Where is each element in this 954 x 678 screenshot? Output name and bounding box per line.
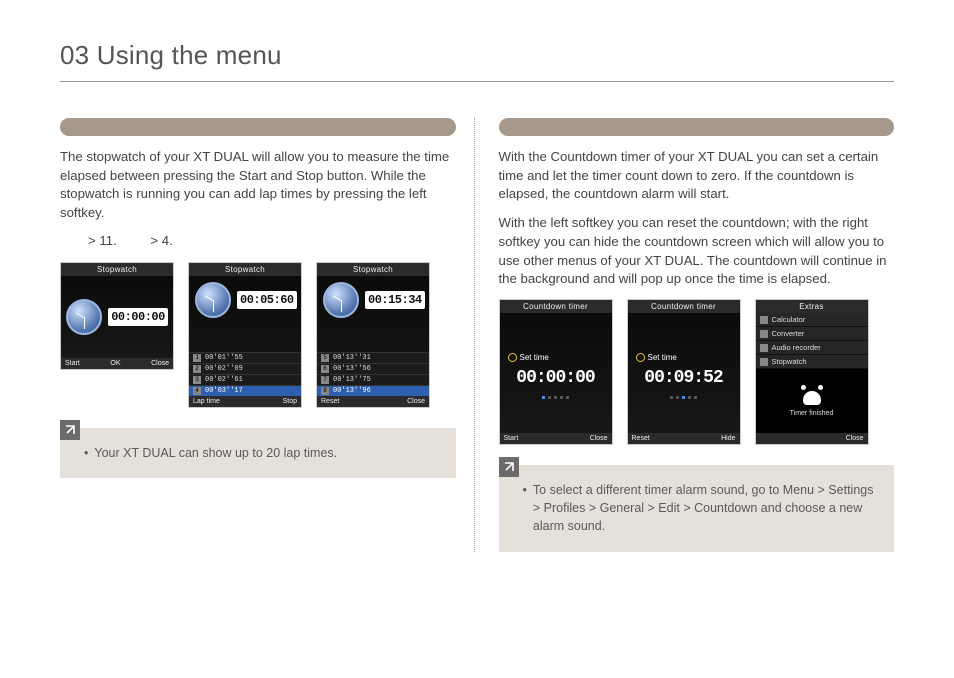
lap-time: 00'13''96 bbox=[333, 387, 371, 395]
softkey-left: Reset bbox=[321, 398, 339, 405]
lap-time: 00'02''09 bbox=[205, 365, 243, 373]
audio-recorder-icon bbox=[760, 344, 768, 352]
phone-title: Countdown timer bbox=[500, 300, 612, 313]
stopwatch-screens: Stopwatch 00:00:00 Start OK Close Stopwa… bbox=[60, 262, 456, 408]
lap-idx: 6 bbox=[321, 365, 329, 373]
tip-stopwatch: •Your XT DUAL can show up to 20 lap time… bbox=[60, 428, 456, 478]
page-dots bbox=[670, 396, 697, 399]
phone-title: Stopwatch bbox=[61, 263, 173, 276]
clock-icon bbox=[323, 282, 359, 318]
tip-arrow-icon bbox=[499, 457, 519, 477]
softkey-left: Start bbox=[65, 360, 80, 367]
softkey-center: OK bbox=[110, 360, 120, 367]
phone-stopwatch-idle: Stopwatch 00:00:00 Start OK Close bbox=[60, 262, 174, 370]
lap-idx: 8 bbox=[321, 387, 329, 395]
phone-extras-timer-finished: Extras Calculator Converter Audio record… bbox=[755, 299, 869, 445]
lap-list: 5 00'13''31 6 00'13''56 7 00'13''75 8 00'13'… bbox=[317, 352, 429, 396]
phone-stopwatch-running: Stopwatch 00:05:60 1 00'01''55 2 00'02''09… bbox=[188, 262, 302, 408]
softkey-right: Close bbox=[590, 435, 608, 442]
alarm-clock-icon bbox=[801, 385, 823, 407]
page-title: 03 Using the menu bbox=[60, 40, 894, 82]
lap-list: 1 00'01''55 2 00'02''09 3 00'02''61 4 00'03'… bbox=[189, 352, 301, 396]
countdown-time: 00:09:52 bbox=[644, 368, 722, 388]
lap-time: 00'02''61 bbox=[205, 376, 243, 384]
stopwatch-icon bbox=[760, 358, 768, 366]
path-gt: > bbox=[88, 233, 96, 248]
path-gt: > bbox=[150, 233, 158, 248]
softkey-right: Close bbox=[846, 435, 864, 442]
lap-time: 00'13''75 bbox=[333, 376, 371, 384]
lap-time: 00'01''55 bbox=[205, 354, 243, 362]
countdown-time: 00:00:00 bbox=[516, 368, 594, 388]
tip-arrow-icon bbox=[60, 420, 80, 440]
set-time-label: Set time bbox=[508, 353, 549, 362]
softkey-right: Close bbox=[407, 398, 425, 405]
lap-idx: 4 bbox=[193, 387, 201, 395]
path-step-4: 4. bbox=[162, 233, 173, 248]
lap-time: 00'13''56 bbox=[333, 365, 371, 373]
list-item: Calculator bbox=[772, 315, 806, 324]
tip-countdown: •To select a different timer alarm sound… bbox=[499, 465, 895, 551]
phone-countdown-running: Countdown timer Set time 00:09:52 Reset … bbox=[627, 299, 741, 445]
countdown-screens: Countdown timer Set time 00:00:00 Start … bbox=[499, 299, 895, 445]
phone-title: Stopwatch bbox=[317, 263, 429, 276]
clock-icon bbox=[66, 299, 102, 335]
lap-idx: 3 bbox=[193, 376, 201, 384]
left-column: The stopwatch of your XT DUAL will allow… bbox=[60, 118, 456, 552]
timer-finished-label: Timer finished bbox=[790, 410, 834, 417]
softkey-left: Start bbox=[504, 435, 519, 442]
tip-text: To select a different timer alarm sound,… bbox=[533, 481, 876, 535]
lap-idx: 5 bbox=[321, 354, 329, 362]
phone-countdown-set: Countdown timer Set time 00:00:00 Start … bbox=[499, 299, 613, 445]
lap-idx: 7 bbox=[321, 376, 329, 384]
clock-icon bbox=[195, 282, 231, 318]
content-columns: The stopwatch of your XT DUAL will allow… bbox=[60, 118, 894, 552]
lap-idx: 2 bbox=[193, 365, 201, 373]
converter-icon bbox=[760, 330, 768, 338]
lap-time: 00'13''31 bbox=[333, 354, 371, 362]
lap-idx: 1 bbox=[193, 354, 201, 362]
section-header-countdown bbox=[499, 118, 895, 136]
extras-list: Calculator Converter Audio recorder Stop… bbox=[756, 313, 868, 369]
right-column: With the Countdown timer of your XT DUAL… bbox=[474, 118, 895, 552]
list-item: Stopwatch bbox=[772, 357, 807, 366]
lap-time: 00'03''17 bbox=[205, 387, 243, 395]
calculator-icon bbox=[760, 316, 768, 324]
softkey-left: Lap time bbox=[193, 398, 220, 405]
phone-title: Extras bbox=[756, 300, 868, 313]
softkey-left: Reset bbox=[632, 435, 650, 442]
stopwatch-time: 00:00:00 bbox=[108, 308, 168, 326]
countdown-description-2: With the left softkey you can reset the … bbox=[499, 214, 895, 289]
page-dots bbox=[542, 396, 569, 399]
softkey-right: Stop bbox=[283, 398, 297, 405]
stopwatch-time: 00:05:60 bbox=[237, 291, 297, 309]
phone-title: Countdown timer bbox=[628, 300, 740, 313]
phone-title: Stopwatch bbox=[189, 263, 301, 276]
tip-text: Your XT DUAL can show up to 20 lap times… bbox=[94, 444, 337, 462]
stopwatch-time: 00:15:34 bbox=[365, 291, 425, 309]
list-item: Converter bbox=[772, 329, 805, 338]
countdown-description-1: With the Countdown timer of your XT DUAL… bbox=[499, 148, 895, 204]
set-time-label: Set time bbox=[636, 353, 677, 362]
stopwatch-menu-path: > 11. > 4. bbox=[60, 233, 456, 248]
list-item: Audio recorder bbox=[772, 343, 821, 352]
stopwatch-description: The stopwatch of your XT DUAL will allow… bbox=[60, 148, 456, 223]
softkey-right: Close bbox=[151, 360, 169, 367]
section-header-stopwatch bbox=[60, 118, 456, 136]
path-step-11: 11. bbox=[99, 233, 116, 248]
softkey-right: Hide bbox=[721, 435, 735, 442]
phone-stopwatch-stopped: Stopwatch 00:15:34 5 00'13''31 6 00'13''56… bbox=[316, 262, 430, 408]
